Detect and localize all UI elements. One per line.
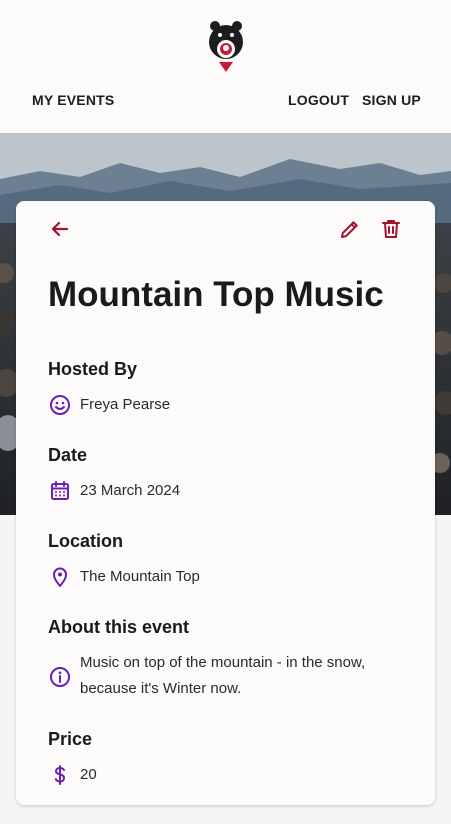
smiley-face-icon [50,395,70,415]
event-location: The Mountain Top [80,568,200,585]
event-title: Mountain Top Music [48,275,384,314]
pencil-icon[interactable] [338,217,362,241]
top-header: MY EVENTS LOGOUT SIGN UP [0,0,451,133]
event-details-card: Mountain Top Music Hosted By Freya Pears… [16,201,435,805]
nav-my-events[interactable]: MY EVENTS [32,92,114,108]
dollar-icon [54,765,66,785]
date-heading: Date [48,445,88,465]
price-heading: Price [48,729,93,749]
event-date: 23 March 2024 [80,482,181,499]
host-name: Freya Pearse [80,396,171,413]
info-icon [50,667,70,687]
nav-sign-up[interactable]: SIGN UP [362,92,421,108]
arrow-left-icon[interactable] [48,217,72,241]
location-heading: Location [48,531,123,551]
trash-icon[interactable] [379,217,403,241]
calendar-icon [51,481,69,500]
bear-logo-icon[interactable] [205,18,247,74]
about-text-line-2: because it's Winter now. [80,680,242,697]
hosted-by-heading: Hosted By [48,359,138,379]
about-text-line-1: Music on top of the mountain - in the sn… [80,654,366,671]
event-price: 20 [80,766,97,783]
about-heading: About this event [48,617,190,637]
nav-logout[interactable]: LOGOUT [288,92,349,108]
map-pin-icon [53,567,67,587]
